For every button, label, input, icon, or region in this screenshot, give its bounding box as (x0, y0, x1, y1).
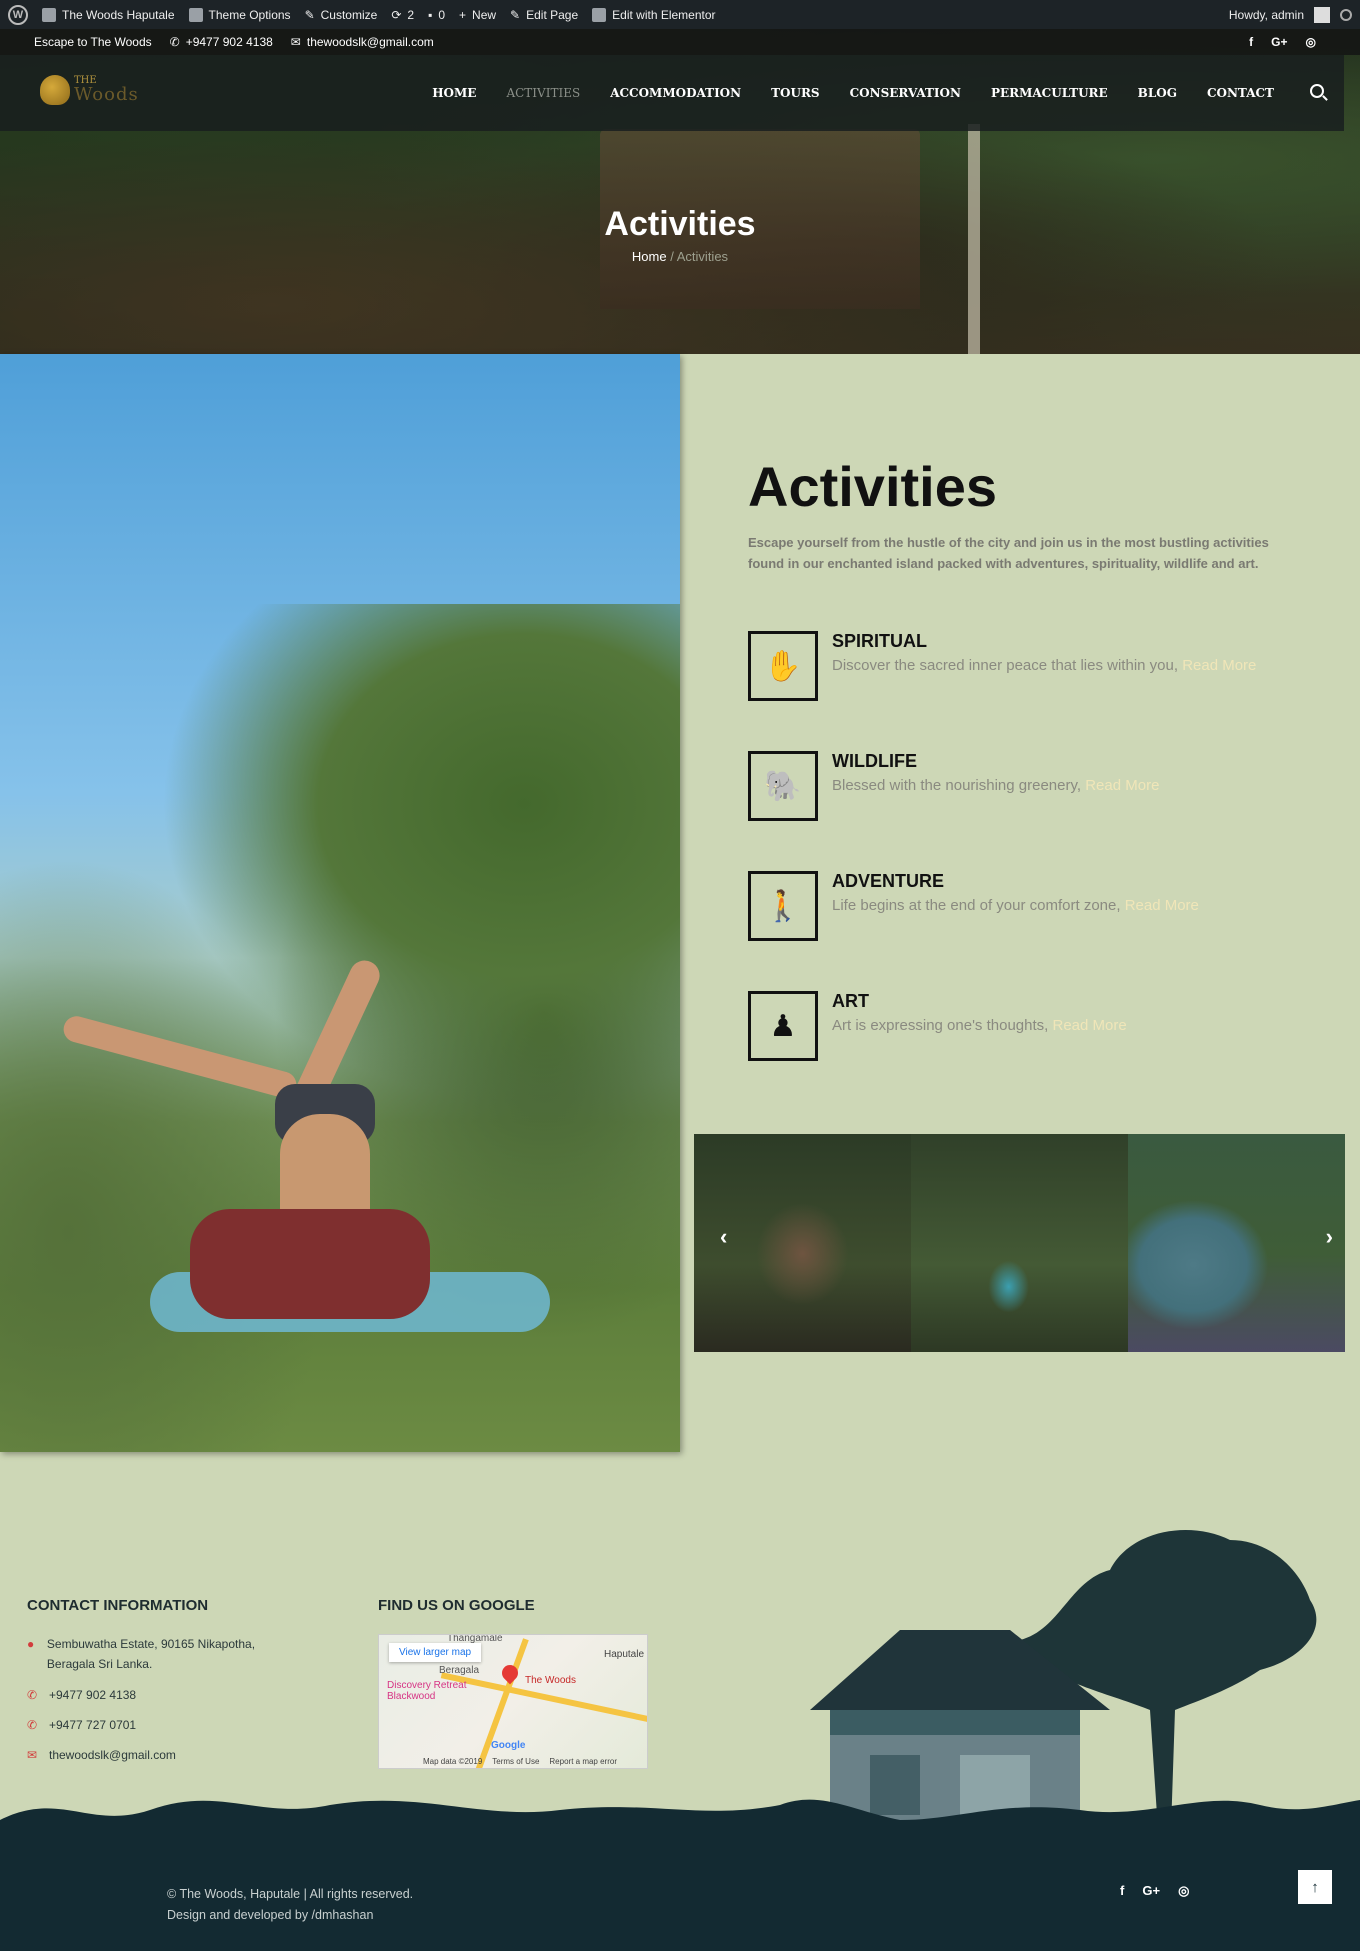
carousel-slide[interactable] (911, 1134, 1128, 1352)
nav-menu: HOME ACTIVITIES ACCOMMODATION TOURS CONS… (432, 55, 1274, 131)
pencil-icon: ✎ (510, 7, 521, 22)
view-larger-map-link[interactable]: View larger map (389, 1643, 482, 1662)
hamsa-icon[interactable]: ✋ (748, 631, 818, 701)
admin-edit-page[interactable]: ✎ Edit Page (510, 8, 578, 22)
read-more-link[interactable]: Read More (1125, 897, 1199, 914)
map-marker-icon: ● (27, 1637, 35, 1651)
updates-icon: ⟳ (391, 7, 402, 22)
read-more-link[interactable]: Read More (1085, 777, 1159, 794)
wp-admin-bar: W The Woods Haputale Theme Options ✎ Cust… (0, 0, 1360, 29)
statue-icon[interactable]: ♟ (748, 991, 818, 1061)
admin-updates[interactable]: ⟳ 2 (391, 8, 414, 22)
tree-logo-icon (40, 75, 70, 105)
phone-icon: ✆ (27, 1718, 38, 1732)
contact-address: ● Sembuwatha Estate, 90165 Nikapotha, Be… (27, 1634, 297, 1674)
avatar[interactable] (1314, 6, 1330, 23)
top-email[interactable]: ✉ thewoodslk@gmail.com (291, 35, 434, 49)
admin-howdy[interactable]: Howdy, admin (1229, 8, 1304, 22)
home-icon (42, 7, 56, 22)
footer-scenery (0, 1530, 1360, 1860)
nav-accommodation[interactable]: ACCOMMODATION (610, 86, 741, 100)
instagram-icon[interactable]: ◎ (1306, 35, 1316, 49)
envelope-icon: ✉ (290, 35, 301, 49)
phone-icon: ✆ (169, 35, 180, 49)
hiker-icon[interactable]: 🚶 (748, 871, 818, 941)
comment-icon: ▪ (428, 7, 433, 22)
facebook-icon[interactable]: f (1249, 35, 1253, 49)
instagram-icon[interactable]: ◎ (1178, 1883, 1189, 1899)
page-title: Activities (604, 205, 756, 243)
footer-social-links: f G+ ◎ (1120, 1883, 1189, 1899)
section-heading: Activities (748, 455, 997, 518)
google-logo: Google (491, 1740, 526, 1751)
section-intro: Escape yourself from the hustle of the c… (748, 535, 1269, 571)
chevron-left-icon[interactable]: ‹ (720, 1224, 727, 1250)
nav-conservation[interactable]: CONSERVATION (850, 86, 961, 100)
contact-phone-1[interactable]: ✆ +9477 902 4138 (27, 1685, 136, 1705)
brush-icon: ✎ (304, 7, 315, 22)
nav-home[interactable]: HOME (432, 86, 476, 100)
nav-permaculture[interactable]: PERMACULTURE (991, 86, 1108, 100)
nav-contact[interactable]: CONTACT (1207, 86, 1274, 100)
admin-theme-options[interactable]: Theme Options (188, 7, 291, 22)
activity-wildlife: 🐘 WILDLIFE Blessed with the nourishing g… (748, 751, 1328, 823)
plus-icon: + (459, 7, 467, 22)
top-info-bar: Escape to The Woods ✆ +9477 902 4138 ✉ the… (0, 29, 1360, 55)
top-social-links: f G+ ◎ (1249, 35, 1316, 49)
search-icon[interactable] (1340, 8, 1352, 21)
google-plus-icon[interactable]: G+ (1271, 35, 1287, 49)
wordpress-icon: W (8, 4, 28, 25)
elementor-icon (592, 7, 607, 22)
read-more-link[interactable]: Read More (1053, 1017, 1127, 1034)
admin-customize[interactable]: ✎ Customize (305, 8, 378, 22)
activity-title: ADVENTURE (832, 871, 945, 891)
activity-adventure: 🚶 ADVENTURE Life begins at the end of yo… (748, 871, 1328, 943)
folder-icon (188, 7, 203, 22)
breadcrumb: Home / Activities (631, 249, 729, 264)
elephant-icon[interactable]: 🐘 (748, 751, 818, 821)
google-plus-icon[interactable]: G+ (1142, 1883, 1160, 1899)
carousel-slide[interactable]: › (1128, 1134, 1345, 1352)
activity-art: ♟ ART Art is expressing one's thoughts, … (748, 991, 1328, 1063)
site-logo[interactable]: THE Woods (40, 75, 139, 105)
activity-title: ART (832, 991, 869, 1011)
contact-heading: CONTACT INFORMATION (27, 1597, 209, 1614)
activity-title: SPIRITUAL (832, 631, 928, 651)
nav-blog[interactable]: BLOG (1138, 86, 1177, 100)
google-map-embed[interactable]: Thangamale Beragala View larger map Hapu… (378, 1634, 648, 1769)
nav-activities[interactable]: ACTIVITIES (506, 86, 580, 100)
nav-search-icon[interactable] (1310, 84, 1324, 98)
facebook-icon[interactable]: f (1120, 1883, 1124, 1899)
envelope-icon: ✉ (27, 1748, 38, 1762)
copyright: © The Woods, Haputale | All rights reser… (167, 1887, 414, 1922)
admin-comments[interactable]: ▪ 0 (428, 8, 445, 22)
breadcrumb-home[interactable]: Home (632, 249, 667, 264)
nav-tours[interactable]: TOURS (771, 86, 820, 100)
tagline: Escape to The Woods (34, 35, 152, 49)
map-heading: FIND US ON GOOGLE (378, 1597, 535, 1614)
admin-new[interactable]: + New (459, 8, 496, 22)
activity-title: WILDLIFE (832, 751, 917, 771)
chevron-right-icon[interactable]: › (1326, 1224, 1333, 1250)
image-carousel: ‹ › (694, 1134, 1346, 1352)
phone-icon: ✆ (27, 1688, 38, 1702)
scroll-to-top-button[interactable]: ↑ (1298, 1870, 1332, 1904)
wp-logo-menu[interactable]: W (8, 4, 28, 25)
contact-phone-2[interactable]: ✆ +9477 727 0701 (27, 1715, 136, 1735)
admin-edit-elementor[interactable]: Edit with Elementor (592, 7, 716, 22)
top-phone[interactable]: ✆ +9477 902 4138 (170, 35, 273, 49)
contact-email[interactable]: ✉ thewoodslk@gmail.com (27, 1745, 176, 1765)
admin-site-name[interactable]: The Woods Haputale (42, 7, 175, 22)
activity-spiritual: ✋ SPIRITUAL Discover the sacred inner pe… (748, 631, 1328, 703)
carousel-slide[interactable]: ‹ (694, 1134, 911, 1352)
main-navbar: THE Woods HOME ACTIVITIES ACCOMMODATION … (0, 55, 1344, 131)
acroyoga-photo (0, 354, 680, 1452)
breadcrumb-current: Activities (676, 249, 729, 264)
read-more-link[interactable]: Read More (1182, 657, 1256, 674)
